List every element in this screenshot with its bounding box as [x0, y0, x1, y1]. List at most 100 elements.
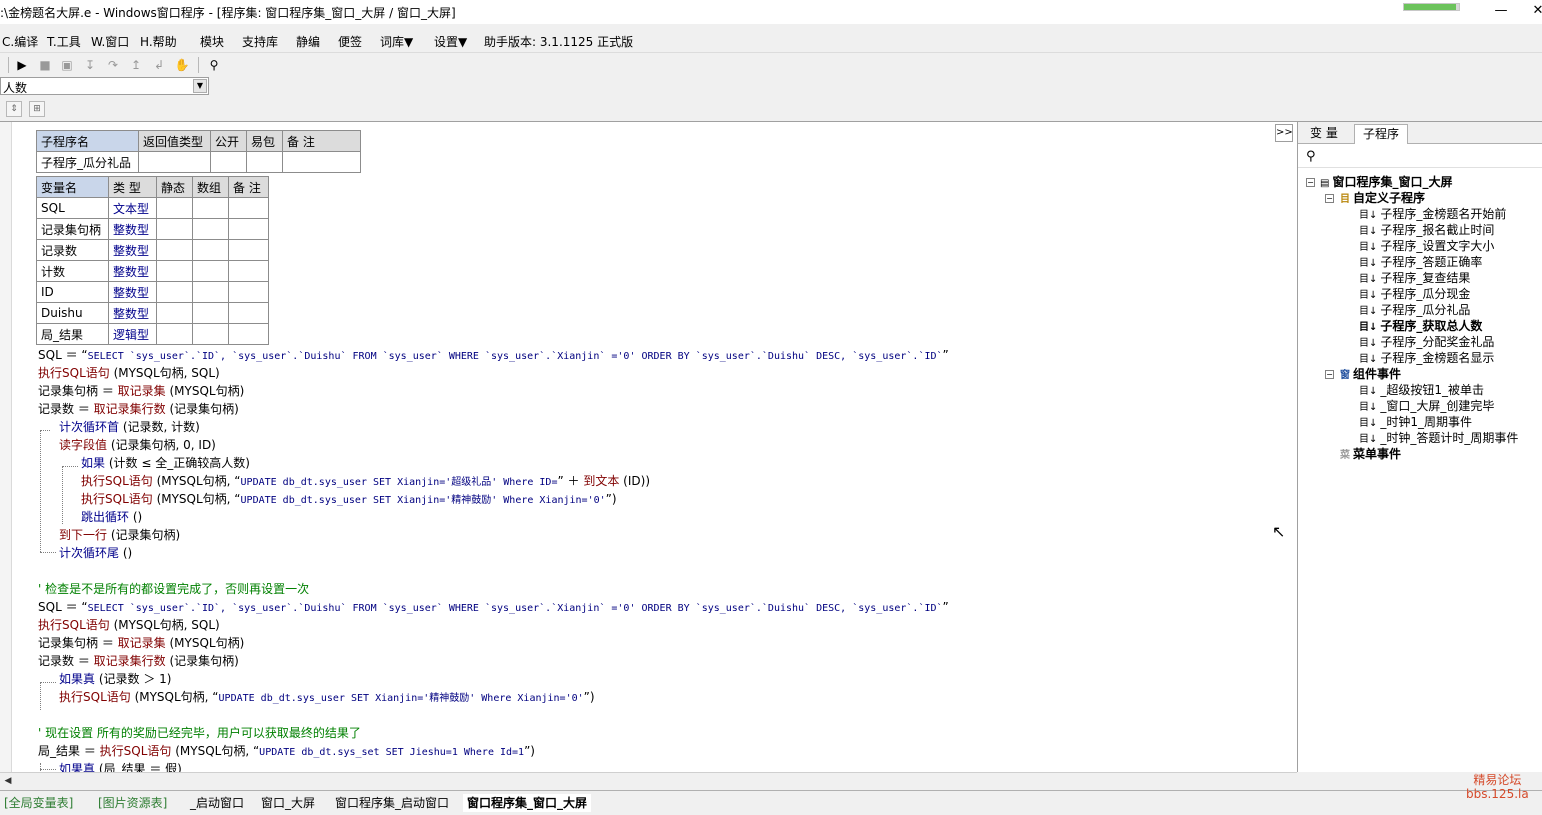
scroll-left-icon[interactable]: ◀	[2, 775, 14, 787]
table-cell[interactable]	[192, 323, 229, 345]
table-cell[interactable]: 子程序_瓜分礼品	[36, 151, 139, 173]
table-cell[interactable]	[192, 302, 229, 324]
code-line[interactable]: 执行SQL语句 (MYSQL句柄, SQL)	[38, 616, 220, 634]
dropdown-arrow-icon[interactable]: ▼	[193, 79, 207, 93]
code-line[interactable]: 执行SQL语句 (MYSQL句柄, “UPDATE db_dt.sys_user…	[81, 472, 650, 492]
var-name[interactable]: SQL	[36, 197, 109, 219]
tree-group-menu-events[interactable]: 菜菜单事件	[1340, 446, 1401, 464]
var-name[interactable]: 记录集句柄	[36, 218, 109, 240]
table-cell[interactable]	[156, 239, 193, 261]
code-line[interactable]: 如果真 (局_结果 ＝ 假)	[59, 760, 182, 772]
collapse-icon[interactable]: −	[1325, 370, 1334, 379]
menu-compile[interactable]: C.编译	[2, 33, 38, 50]
var-type[interactable]: 逻辑型	[108, 323, 157, 345]
table-cell[interactable]	[228, 239, 269, 261]
collapse-panel-button[interactable]: >>	[1275, 124, 1293, 142]
table-cell[interactable]	[228, 323, 269, 345]
code-line[interactable]: 计次循环尾 ()	[59, 544, 132, 562]
menu-dictionary[interactable]: 词库▼	[380, 33, 413, 50]
hand-icon[interactable]: ✋	[173, 56, 191, 74]
table-cell[interactable]	[228, 218, 269, 240]
code-line[interactable]: 记录数 ＝ 取记录集行数 (记录集句柄)	[38, 652, 239, 670]
var-type[interactable]: 整数型	[108, 281, 157, 303]
var-type[interactable]: 整数型	[108, 260, 157, 282]
table-cell[interactable]	[156, 218, 193, 240]
stop-icon[interactable]: ■	[36, 56, 54, 74]
table-cell[interactable]	[138, 151, 211, 173]
code-line[interactable]: SQL ＝ “SELECT `sys_user`.`ID`, `sys_user…	[38, 346, 949, 366]
tab-global-vars[interactable]: [全局变量表]	[4, 794, 73, 812]
horizontal-scrollbar[interactable]: ◀	[0, 772, 1297, 789]
debug-icon[interactable]: ▣	[58, 56, 76, 74]
tab-subroutines[interactable]: 子程序	[1354, 124, 1409, 144]
code-line[interactable]: 执行SQL语句 (MYSQL句柄, “UPDATE db_dt.sys_user…	[81, 490, 617, 510]
var-name[interactable]: 记录数	[36, 239, 109, 261]
table-cell[interactable]	[156, 302, 193, 324]
table-cell[interactable]	[228, 281, 269, 303]
menu-notes[interactable]: 便签	[338, 33, 362, 50]
tab-assembly-start[interactable]: 窗口程序集_启动窗口	[335, 794, 449, 812]
table-cell[interactable]	[192, 260, 229, 282]
code-line[interactable]: 如果 (计数 ≤ 全_正确较高人数)	[81, 454, 250, 472]
code-line[interactable]: 如果真 (记录数 ＞ 1)	[59, 670, 171, 688]
menu-support-lib[interactable]: 支持库	[242, 33, 278, 50]
menu-module[interactable]: 模块	[200, 33, 224, 50]
code-line[interactable]: 执行SQL语句 (MYSQL句柄, “UPDATE db_dt.sys_user…	[59, 688, 595, 708]
tree-search[interactable]: ⚲	[1298, 146, 1542, 168]
split-vertical-icon[interactable]: ⇕	[6, 101, 22, 117]
table-cell[interactable]	[228, 197, 269, 219]
table-cell[interactable]	[192, 239, 229, 261]
subroutine-selector[interactable]: 人数 ▼	[0, 77, 209, 95]
menu-window[interactable]: W.窗口	[91, 33, 129, 50]
var-name[interactable]: Duishu	[36, 302, 109, 324]
code-editor[interactable]: 子程序名 返回值类型 公开 易包 备 注 子程序_瓜分礼品 变量名 类 型 静态…	[0, 121, 1297, 772]
var-type[interactable]: 整数型	[108, 218, 157, 240]
table-cell[interactable]	[156, 260, 193, 282]
code-line[interactable]: 记录集句柄 ＝ 取记录集 (MYSQL句柄)	[38, 634, 244, 652]
step-into-icon[interactable]: ↧	[81, 56, 99, 74]
code-line[interactable]: 记录数 ＝ 取记录集行数 (记录集句柄)	[38, 400, 239, 418]
menu-tools[interactable]: T.工具	[47, 33, 81, 50]
tab-window-bigscreen[interactable]: 窗口_大屏	[261, 794, 315, 812]
tab-variables[interactable]: 变 量	[1302, 124, 1346, 144]
collapse-icon[interactable]: −	[1306, 178, 1315, 187]
code-line[interactable]: 执行SQL语句 (MYSQL句柄, SQL)	[38, 364, 220, 382]
table-cell[interactable]	[156, 323, 193, 345]
code-line[interactable]: 读字段值 (记录集句柄, 0, ID)	[59, 436, 216, 454]
menu-settings[interactable]: 设置▼	[434, 33, 467, 50]
tab-start-window[interactable]: _启动窗口	[190, 794, 244, 812]
find-binoculars-icon[interactable]: ⚲	[205, 56, 223, 74]
minimize-button[interactable]: —	[1486, 2, 1516, 20]
menu-static-compile[interactable]: 静编	[296, 33, 320, 50]
table-cell[interactable]	[246, 151, 283, 173]
code-line[interactable]: SQL ＝ “SELECT `sys_user`.`ID`, `sys_user…	[38, 598, 949, 618]
table-cell[interactable]	[228, 302, 269, 324]
split-grid-icon[interactable]: ⊞	[29, 101, 45, 117]
step-out-icon[interactable]: ↥	[127, 56, 145, 74]
var-name[interactable]: 局_结果	[36, 323, 109, 345]
var-type[interactable]: 整数型	[108, 302, 157, 324]
tab-assembly-bigscreen[interactable]: 窗口程序集_窗口_大屏	[463, 794, 592, 812]
close-button[interactable]: ✕	[1523, 2, 1542, 20]
tab-image-resources[interactable]: [图片资源表]	[98, 794, 167, 812]
run-icon[interactable]: ▶	[13, 56, 31, 74]
var-type[interactable]: 整数型	[108, 239, 157, 261]
table-cell[interactable]	[192, 197, 229, 219]
code-line[interactable]: 记录集句柄 ＝ 取记录集 (MYSQL句柄)	[38, 382, 244, 400]
table-cell[interactable]	[192, 218, 229, 240]
run-to-cursor-icon[interactable]: ↲	[150, 56, 168, 74]
table-cell[interactable]	[192, 281, 229, 303]
var-name[interactable]: 计数	[36, 260, 109, 282]
search-icon[interactable]: ⚲	[1306, 149, 1316, 164]
code-line[interactable]: 到下一行 (记录集句柄)	[59, 526, 180, 544]
collapse-icon[interactable]: −	[1325, 194, 1334, 203]
var-type[interactable]: 文本型	[108, 197, 157, 219]
code-comment[interactable]: ' 现在设置 所有的奖励已经完毕，用户可以获取最终的结果了	[38, 724, 361, 742]
menu-help[interactable]: H.帮助	[140, 33, 177, 50]
table-cell[interactable]	[156, 281, 193, 303]
table-cell[interactable]	[228, 260, 269, 282]
step-over-icon[interactable]: ↷	[104, 56, 122, 74]
table-cell[interactable]	[282, 151, 361, 173]
table-cell[interactable]	[156, 197, 193, 219]
table-cell[interactable]	[210, 151, 247, 173]
